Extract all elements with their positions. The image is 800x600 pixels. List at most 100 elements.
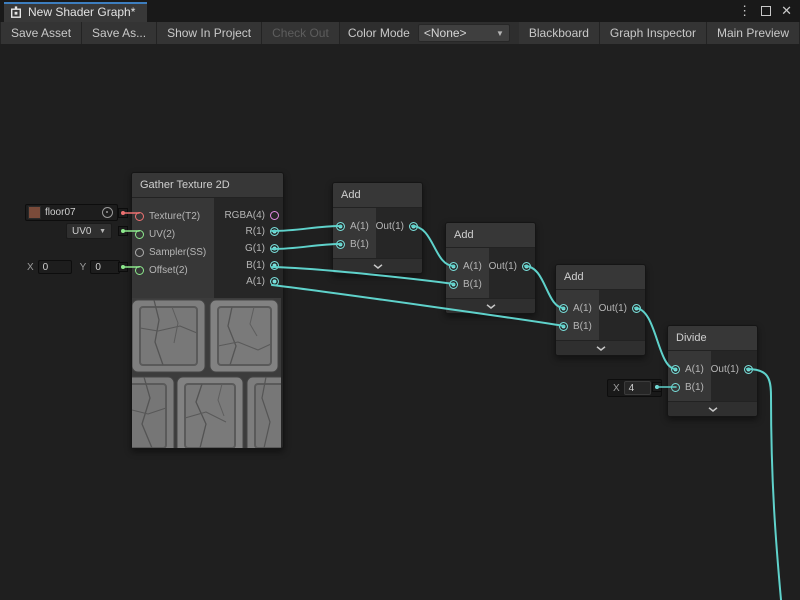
color-mode-dropdown[interactable]: <None> ▼ <box>418 24 510 42</box>
port-label: A(1) <box>685 364 704 375</box>
node-title: Add <box>556 265 645 290</box>
port-b-output[interactable] <box>270 261 279 270</box>
save-asset-button[interactable]: Save Asset <box>0 22 82 44</box>
tab-new-shader-graph[interactable]: New Shader Graph* <box>4 2 147 22</box>
x-label: X <box>613 383 620 394</box>
port-label: A(1) <box>246 276 265 287</box>
port-out-output[interactable] <box>632 304 641 313</box>
uv-channel-dropdown[interactable]: UV0 ▼ <box>66 223 112 239</box>
port-label: A(1) <box>463 261 482 272</box>
port-b-input[interactable] <box>449 280 458 289</box>
port-a-input[interactable] <box>671 365 680 374</box>
edge-connector-dot <box>652 382 662 392</box>
port-out-output[interactable] <box>409 222 418 231</box>
port-label: B(1) <box>463 279 482 290</box>
show-in-project-button[interactable]: Show In Project <box>157 22 262 44</box>
port-texture-input[interactable] <box>135 212 144 221</box>
divide-b-input[interactable]: 4 <box>624 381 651 395</box>
node-divide[interactable]: Divide A(1) B(1) Out(1) <box>667 325 758 417</box>
port-label: Sampler(SS) <box>149 247 206 258</box>
collapse-preview-control[interactable] <box>668 401 757 416</box>
edge-connector-dot <box>118 226 128 236</box>
chevron-down-icon <box>486 304 496 309</box>
port-b-input[interactable] <box>336 240 345 249</box>
collapse-preview-control[interactable] <box>446 298 535 313</box>
edge-layer <box>0 44 800 600</box>
port-a-input[interactable] <box>336 222 345 231</box>
graph-toolbar: Save Asset Save As... Show In Project Ch… <box>0 22 800 45</box>
port-g-output[interactable] <box>270 244 279 253</box>
shader-graph-window: New Shader Graph* ⋮ ✕ Save Asset Save As… <box>0 0 800 600</box>
port-label: RGBA(4) <box>224 210 265 221</box>
maximize-icon[interactable] <box>761 6 771 16</box>
node-add-2[interactable]: Add A(1) B(1) Out(1) <box>445 222 536 314</box>
uv-channel-value: UV0 <box>72 226 91 237</box>
port-b-input[interactable] <box>671 383 680 392</box>
port-label: A(1) <box>573 303 592 314</box>
port-label: Out(1) <box>599 303 627 314</box>
node-title: Add <box>333 183 422 208</box>
port-label: Offset(2) <box>149 265 188 276</box>
port-out-output[interactable] <box>522 262 531 271</box>
x-label: X <box>27 262 34 273</box>
port-sampler-input[interactable] <box>135 248 144 257</box>
blackboard-button[interactable]: Blackboard <box>519 22 600 44</box>
port-label: Out(1) <box>376 221 404 232</box>
texture-name: floor07 <box>45 207 76 218</box>
port-label: B(1) <box>246 260 265 271</box>
edge-connector-dot <box>118 208 128 218</box>
node-title: Gather Texture 2D <box>132 173 283 198</box>
port-label: Texture(T2) <box>149 211 200 222</box>
port-label: Out(1) <box>489 261 517 272</box>
chevron-down-icon <box>373 264 383 269</box>
graph-canvas[interactable]: Gather Texture 2D Texture(T2) UV(2) Samp… <box>0 44 800 600</box>
graph-inspector-button[interactable]: Graph Inspector <box>600 22 707 44</box>
port-label: UV(2) <box>149 229 175 240</box>
port-a-input[interactable] <box>449 262 458 271</box>
chevron-down-icon <box>596 346 606 351</box>
shader-graph-asset-icon <box>10 6 22 19</box>
collapse-preview-control[interactable] <box>556 340 645 355</box>
chevron-down-icon <box>708 407 718 412</box>
edge-connector-dot <box>118 262 128 272</box>
texture-preview <box>132 298 281 448</box>
node-add-3[interactable]: Add A(1) B(1) Out(1) <box>555 264 646 356</box>
port-label: B(1) <box>685 382 704 393</box>
main-preview-button[interactable]: Main Preview <box>707 22 800 44</box>
port-a-input[interactable] <box>559 304 568 313</box>
node-gather-texture-2d[interactable]: Gather Texture 2D Texture(T2) UV(2) Samp… <box>131 172 284 449</box>
offset-vector2-field: X 0 Y 0 <box>27 259 120 275</box>
check-out-button: Check Out <box>262 22 340 44</box>
window-titlebar: New Shader Graph* ⋮ ✕ <box>0 0 800 22</box>
close-icon[interactable]: ✕ <box>781 0 792 22</box>
texture-object-field[interactable]: floor07 <box>25 204 118 221</box>
color-mode-label: Color Mode <box>340 22 418 44</box>
port-a-output[interactable] <box>270 277 279 286</box>
tab-title: New Shader Graph* <box>28 5 135 19</box>
color-mode-value: <None> <box>424 26 467 40</box>
port-label: Out(1) <box>711 364 739 375</box>
collapse-preview-control[interactable] <box>333 258 422 273</box>
port-label: B(1) <box>573 321 592 332</box>
more-icon[interactable]: ⋮ <box>738 0 751 22</box>
port-b-input[interactable] <box>559 322 568 331</box>
offset-x-input[interactable]: 0 <box>38 260 72 274</box>
port-r-output[interactable] <box>270 227 279 236</box>
save-as-button[interactable]: Save As... <box>82 22 157 44</box>
port-uv-input[interactable] <box>135 230 144 239</box>
port-label: R(1) <box>246 226 265 237</box>
object-picker-icon[interactable] <box>102 207 113 218</box>
port-offset-input[interactable] <box>135 266 144 275</box>
port-label: A(1) <box>350 221 369 232</box>
texture-thumbnail <box>28 206 41 219</box>
port-label: G(1) <box>245 243 265 254</box>
port-label: B(1) <box>350 239 369 250</box>
node-add-1[interactable]: Add A(1) B(1) Out(1) <box>332 182 423 274</box>
node-title: Add <box>446 223 535 248</box>
window-controls: ⋮ ✕ <box>738 0 800 22</box>
y-label: Y <box>80 262 87 273</box>
chevron-down-icon: ▼ <box>99 228 106 235</box>
offset-y-input[interactable]: 0 <box>90 260 120 274</box>
port-rgba-output[interactable] <box>270 211 279 220</box>
port-out-output[interactable] <box>744 365 753 374</box>
